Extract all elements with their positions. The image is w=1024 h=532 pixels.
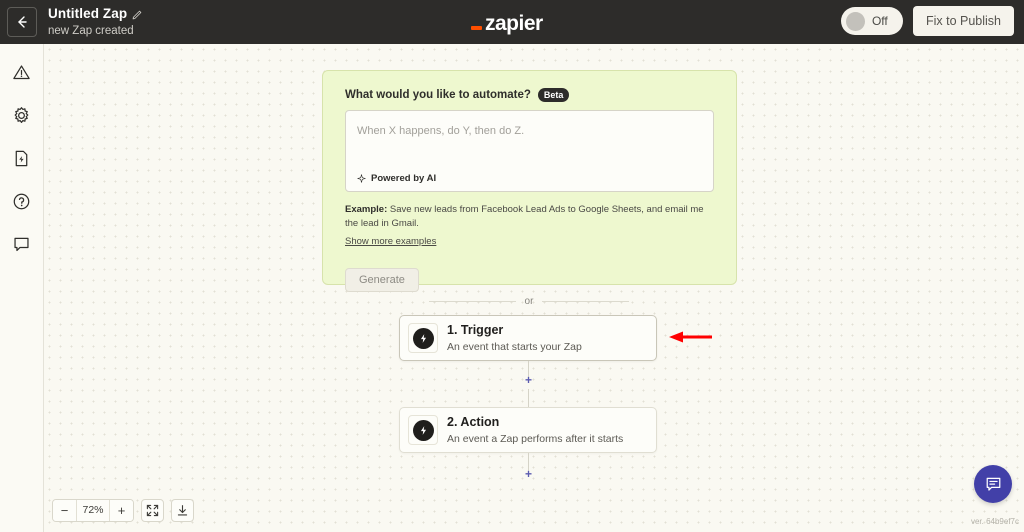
- logo-text: zapier: [485, 12, 543, 35]
- zap-on-off-toggle[interactable]: Off: [840, 7, 903, 35]
- powered-by-ai-label: Powered by AI: [357, 173, 436, 184]
- ai-prompt-input[interactable]: When X happens, do Y, then do Z. Powered…: [345, 110, 714, 192]
- arrow-left-icon: [18, 16, 27, 28]
- topbar-actions: Off Fix to Publish: [840, 6, 1014, 36]
- show-more-examples-link[interactable]: Show more examples: [345, 236, 436, 247]
- example-label: Example:: [345, 204, 388, 215]
- fit-to-screen-icon: [146, 504, 159, 517]
- or-divider: or: [429, 296, 629, 307]
- ai-panel-header: What would you like to automate? Beta: [345, 88, 714, 102]
- sidebar-item-settings[interactable]: [10, 103, 34, 127]
- help-icon: [13, 193, 30, 209]
- warning-icon: [13, 64, 30, 79]
- zoom-level-label[interactable]: 72%: [76, 500, 110, 521]
- fix-to-publish-button[interactable]: Fix to Publish: [912, 6, 1014, 36]
- trigger-icon-box: [408, 323, 438, 353]
- divider-line-left: [429, 301, 516, 302]
- download-icon: [177, 505, 188, 516]
- top-bar: Untitled Zap new Zap created zapier Off …: [0, 0, 1024, 44]
- add-step-button-1[interactable]: +: [524, 374, 533, 386]
- flow-step-action[interactable]: 2. Action An event a Zap performs after …: [399, 407, 657, 453]
- download-button[interactable]: [171, 499, 194, 522]
- zoom-controls: − 72% +: [52, 499, 194, 522]
- zoom-group: − 72% +: [52, 499, 134, 522]
- comment-icon: [14, 237, 29, 251]
- gear-icon: [14, 106, 29, 123]
- zapier-logo[interactable]: zapier: [471, 12, 543, 36]
- toggle-label: Off: [871, 14, 888, 28]
- ai-panel-heading: What would you like to automate?: [345, 89, 531, 101]
- back-button[interactable]: [7, 7, 37, 37]
- example-text-block: Example: Save new leads from Facebook Le…: [345, 203, 714, 231]
- sidebar-item-help[interactable]: [10, 189, 34, 213]
- sidebar-item-comments[interactable]: [10, 232, 34, 256]
- example-text: Save new leads from Facebook Lead Ads to…: [345, 204, 704, 229]
- zoom-in-button[interactable]: +: [110, 500, 133, 521]
- zap-title-row: Untitled Zap: [48, 5, 143, 22]
- trigger-title: 1. Trigger: [447, 323, 504, 338]
- chat-bubble-icon: [986, 477, 1000, 491]
- powered-by-ai-text: Powered by AI: [371, 173, 437, 184]
- toggle-knob: [845, 11, 865, 31]
- zoom-out-button[interactable]: −: [53, 500, 76, 521]
- connector-line-2: [528, 389, 529, 407]
- zap-history-icon: [15, 150, 28, 166]
- left-sidebar: [0, 44, 44, 532]
- red-arrow-annotation: [669, 331, 712, 343]
- action-icon-box: [408, 415, 438, 445]
- pencil-icon[interactable]: [132, 9, 143, 20]
- flow-step-trigger[interactable]: 1. Trigger An event that starts your Zap: [399, 315, 657, 361]
- zapier-editor-window: Untitled Zap new Zap created zapier Off …: [0, 0, 1024, 532]
- zap-title-block: Untitled Zap new Zap created: [48, 5, 143, 37]
- action-title: 2. Action: [447, 415, 500, 430]
- zap-title: Untitled Zap: [48, 5, 128, 21]
- ai-automate-panel: What would you like to automate? Beta Wh…: [322, 70, 737, 292]
- bolt-icon: [412, 327, 434, 349]
- zap-subtitle: new Zap created: [48, 24, 134, 37]
- divider-line-right: [542, 301, 629, 302]
- sparkle-icon: [357, 174, 366, 183]
- beta-badge: Beta: [537, 88, 570, 102]
- generate-button[interactable]: Generate: [345, 267, 419, 292]
- sidebar-item-issues[interactable]: [10, 60, 34, 84]
- sidebar-item-zap-history[interactable]: [10, 146, 34, 170]
- trigger-subtitle: An event that starts your Zap: [447, 340, 582, 353]
- flow-canvas[interactable]: What would you like to automate? Beta Wh…: [44, 44, 1024, 532]
- trigger-card-text: 1. Trigger An event that starts your Zap: [447, 323, 582, 352]
- action-subtitle: An event a Zap performs after it starts: [447, 432, 624, 445]
- logo-dash-icon: [471, 26, 482, 30]
- version-label: ver. 64b9ef7c: [970, 517, 1019, 526]
- fit-to-screen-button[interactable]: [141, 499, 164, 522]
- action-card-text: 2. Action An event a Zap performs after …: [447, 415, 623, 444]
- bolt-icon: [412, 419, 434, 441]
- chat-widget-button[interactable]: [974, 465, 1012, 503]
- add-step-button-2[interactable]: +: [524, 468, 533, 480]
- ai-prompt-placeholder: When X happens, do Y, then do Z.: [357, 125, 525, 137]
- or-label: or: [524, 296, 534, 307]
